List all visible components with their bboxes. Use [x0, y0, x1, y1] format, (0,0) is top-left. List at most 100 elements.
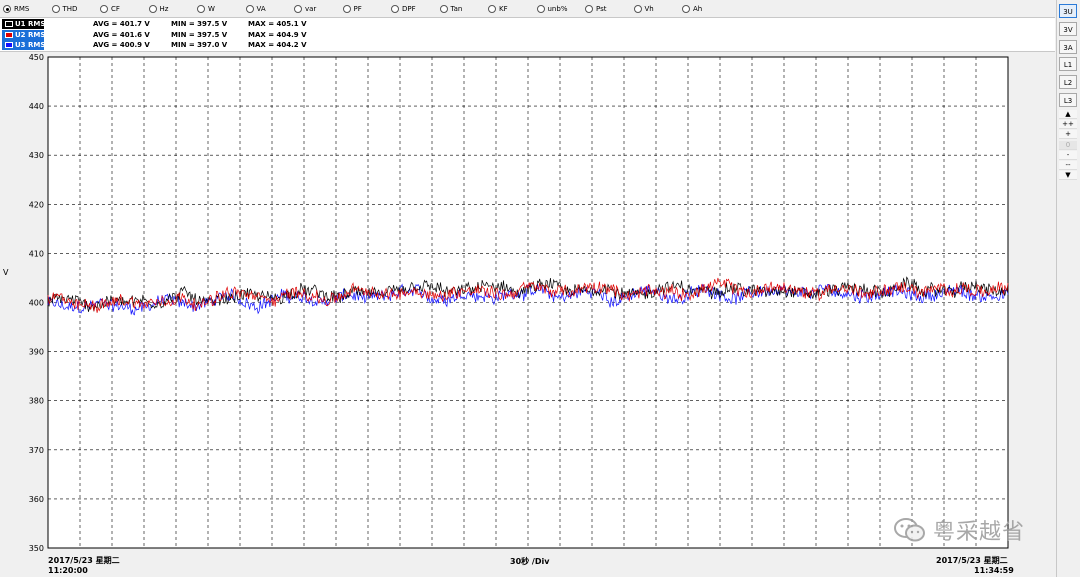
radio-hz[interactable]: Hz [148, 3, 169, 15]
series-min: MIN = 397.0 V [171, 41, 228, 49]
watermark-text: 粤采越省 [933, 520, 1026, 545]
y-tick-label: 380 [29, 397, 44, 406]
y-tick-label: 400 [29, 299, 44, 308]
radio-dot[interactable] [633, 5, 642, 13]
radio-dot[interactable] [245, 5, 254, 13]
series-swatch [5, 31, 13, 38]
zoom-in-button[interactable]: + [1059, 130, 1077, 140]
radio-label: DPF [402, 5, 416, 13]
view-button-l3[interactable]: L3 [1059, 93, 1077, 107]
y-tick-label: 370 [29, 446, 44, 455]
radio-thd[interactable]: THD [51, 3, 78, 15]
series-name: U1 RMS [15, 20, 46, 28]
end-time: 11:34:59 [974, 566, 1014, 575]
radio-dot[interactable] [197, 5, 205, 13]
legend-series-label[interactable]: U2 RMS [2, 29, 46, 40]
start-date: 2017/5/23 星期二 [48, 556, 120, 565]
radio-label: Ah [693, 5, 703, 13]
y-tick-label: 440 [29, 102, 44, 111]
radio-dot[interactable] [585, 5, 593, 13]
series-swatch [5, 42, 13, 48]
radio-cf[interactable]: CF [100, 3, 120, 15]
end-date: 2017/5/23 星期二 [936, 556, 1008, 565]
radio-vh[interactable]: Vh [633, 3, 654, 15]
y-tick-label: 350 [29, 544, 44, 553]
series-max: MAX = 404.2 V [248, 41, 307, 49]
y-tick-label: 410 [29, 249, 44, 258]
view-button-3a[interactable]: 3A [1059, 40, 1077, 54]
radio-dot[interactable] [439, 5, 448, 13]
radio-label: PF [353, 5, 362, 13]
y-tick-label: 450 [29, 53, 44, 62]
radio-va[interactable]: VA [245, 3, 266, 15]
radio-dot[interactable] [391, 5, 399, 13]
series-avg: AVG = 401.7 V [93, 20, 150, 28]
legend-series-label[interactable]: U3 RMS [2, 40, 46, 50]
y-tick-labels: 350 360 370 380 390 400 410 420 430 440 450 [29, 53, 44, 553]
voltage-trend-chart[interactable]: 350 360 370 380 390 400 410 420 430 440 450 [0, 52, 1056, 554]
time-division: 30秒 /Div [510, 557, 550, 566]
radio-label: Pst [596, 5, 607, 13]
radio-dot[interactable] [148, 5, 157, 13]
radio-label: W [208, 5, 215, 13]
zoom-out-more-button[interactable]: -- [1059, 161, 1077, 170]
view-button-l1[interactable]: L1 [1059, 57, 1077, 71]
series-avg: AVG = 401.6 V [93, 30, 150, 39]
scroll-down-button[interactable]: ▼ [1059, 171, 1077, 181]
radio-label: THD [62, 5, 78, 13]
legend-row[interactable]: U1 RMS AVG = 401.7 V MIN = 397.5 V MAX = 40… [0, 19, 320, 29]
radio-label: unb% [547, 5, 568, 13]
series-name: U2 RMS [15, 30, 46, 39]
wechat-icon [894, 518, 925, 542]
zoom-in-more-button[interactable]: ++ [1059, 120, 1077, 130]
scroll-up-button[interactable]: ▲ [1059, 110, 1077, 119]
series-max: MAX = 405.1 V [248, 20, 307, 28]
radio-dot[interactable] [342, 5, 351, 13]
radio-ah[interactable]: Ah [682, 3, 702, 15]
view-button-3v[interactable]: 3V [1059, 22, 1077, 36]
radio-unb[interactable]: unb% [536, 3, 568, 15]
series-avg: AVG = 400.9 V [93, 41, 150, 49]
legend-row[interactable]: U3 RMS AVG = 400.9 V MIN = 397.0 V MAX = 40… [0, 40, 320, 50]
radio-pf[interactable]: PF [342, 3, 362, 15]
radio-rms[interactable]: RMS [3, 3, 29, 15]
legend-panel: U1 RMS AVG = 401.7 V MIN = 397.5 V MAX = 40… [0, 17, 1055, 52]
radio-dot[interactable] [51, 5, 60, 13]
radio-dot[interactable] [3, 5, 11, 13]
series-min: MIN = 397.5 V [171, 20, 228, 28]
view-button-l2[interactable]: L2 [1059, 75, 1077, 89]
watermark: 粤采越省 [893, 514, 1043, 546]
legend-series-label[interactable]: U1 RMS [2, 19, 46, 29]
radio-label: RMS [14, 5, 30, 13]
view-sidebar: 3U 3V 3A L1 L2 L3 ▲ ++ +0- -- ▼ [1056, 0, 1080, 577]
radio-pst[interactable]: Pst [585, 3, 607, 15]
series-swatch [5, 21, 13, 27]
series-max: MAX = 404.9 V [248, 30, 307, 39]
radio-dot[interactable] [488, 5, 496, 13]
radio-dpf[interactable]: DPF [391, 3, 416, 15]
y-tick-label: 390 [29, 348, 44, 357]
radio-kf[interactable]: KF [488, 3, 508, 15]
radio-label: Hz [159, 5, 169, 13]
radio-label: KF [499, 5, 508, 13]
series-name: U3 RMS [15, 41, 46, 49]
start-time: 11:20:00 [48, 566, 88, 575]
series-min: MIN = 397.5 V [171, 30, 228, 39]
radio-label: var [305, 5, 317, 13]
radio-dot[interactable] [100, 5, 108, 13]
radio-dot[interactable] [536, 5, 545, 13]
radio-w[interactable]: W [197, 3, 215, 15]
radio-dot[interactable] [682, 5, 690, 13]
radio-var[interactable]: var [294, 3, 316, 15]
view-button-3u[interactable]: 3U [1059, 4, 1077, 18]
radio-label: Tan [450, 5, 463, 13]
radio-label: CF [111, 5, 120, 13]
zoom-reset-button[interactable]: 0 [1059, 140, 1077, 150]
legend-row[interactable]: U2 RMS AVG = 401.6 V MIN = 397.5 V MAX = 40… [0, 29, 320, 40]
y-tick-label: 430 [29, 151, 44, 160]
zoom-out-button[interactable]: - [1059, 150, 1077, 160]
radio-tan[interactable]: Tan [439, 3, 463, 15]
measurement-toolbar: RMS THD CF Hz W VA var PF DPF Tan KF unb% Pst Vh Ah [0, 0, 1055, 17]
radio-dot[interactable] [294, 5, 302, 13]
y-tick-label: 360 [29, 495, 44, 504]
